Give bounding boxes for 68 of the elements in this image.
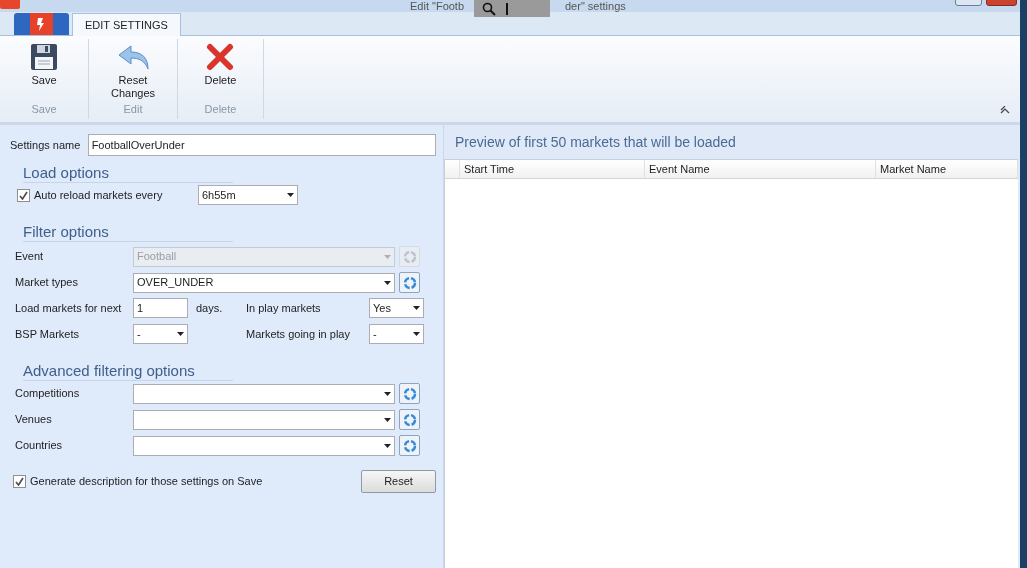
dropdown-caret-icon [384,391,391,396]
window-title: Edit "Footb [410,0,465,12]
filter-dropdown[interactable] [133,409,395,430]
field-label: Venues [14,412,53,428]
field-label: BSP Markets [14,326,80,342]
settings-name-field[interactable]: FootballOverUnder [87,134,436,156]
collapse-ribbon-icon [1000,106,1010,114]
refresh-icon [402,386,417,401]
reset-button[interactable]: Reset [361,470,436,493]
field-label: Load markets for next [14,300,123,316]
refresh-button[interactable] [399,409,420,430]
dropdown-caret-icon [384,443,391,448]
refresh-button[interactable] [399,383,420,404]
cross-icon [206,43,235,71]
in-play-dropdown[interactable]: Yes [369,298,424,318]
column-header[interactable]: Market Name [876,160,1018,178]
checkmark-icon [15,477,24,486]
field-label: Competitions [14,386,81,402]
field-label: In play markets [246,300,322,316]
field-label: Event [14,249,45,265]
checkbox-label: Generate description for those settings on Save [30,474,263,490]
field-label: Markets going in play [246,326,351,342]
section-heading: Advanced filtering options [23,362,233,381]
preview-title: Preview of first 50 markets that will be loaded [454,132,737,152]
save-button[interactable]: Save [24,43,64,101]
delete-button[interactable]: Delete [198,43,243,101]
refresh-icon [402,275,417,290]
section-heading: Filter options [23,223,233,242]
bar-icon [506,2,509,15]
window-title: der" settings [565,0,626,12]
unit-label: days. [196,300,224,316]
checkbox-label: Auto reload markets every [34,187,164,203]
days-field[interactable]: 1 [133,298,188,318]
checkbox[interactable] [13,475,26,488]
dropdown-caret-icon [384,280,391,285]
dropdown-caret-icon [413,306,420,310]
checkmark-icon [19,190,28,200]
field-label: Market types [14,275,79,291]
ribbon-tab[interactable]: EDIT SETTINGS [72,13,181,36]
refresh-button[interactable] [399,435,420,456]
checkbox[interactable] [17,188,30,202]
refresh-button[interactable] [399,272,420,293]
field-label: Countries [14,438,64,454]
dropdown-caret-icon [384,417,391,422]
filter-dropdown[interactable] [133,435,395,456]
ribbon-group-label: Save [31,101,57,117]
dropdown-caret-icon [413,332,420,336]
column-header[interactable]: Event Name [645,160,876,178]
refresh-icon [402,412,417,427]
curved-arrow-icon [117,43,149,71]
magnifier-icon [482,1,496,16]
application-menu-button[interactable] [14,13,69,35]
ribbon-group-label: Delete [204,101,237,117]
field-label: Settings name [10,137,82,153]
refresh-icon [402,249,417,264]
reload-interval-dropdown[interactable]: 6h55m [198,185,298,205]
refresh-icon [402,438,417,453]
filter-dropdown[interactable] [133,383,395,404]
dropdown-caret-icon [384,254,391,259]
ribbon-group-label: Edit [123,101,143,117]
section-heading: Load options [23,164,233,183]
dropdown-caret-icon [177,332,184,336]
going-in-play-dropdown[interactable]: - [369,324,424,344]
dropdown-caret-icon [287,193,294,197]
market-filter-dropdown[interactable]: OVER_UNDER [133,272,395,293]
undo-button[interactable]: Reset Changes [104,43,161,101]
column-header[interactable]: Start Time [460,160,645,178]
bsp-dropdown[interactable]: - [133,324,188,344]
